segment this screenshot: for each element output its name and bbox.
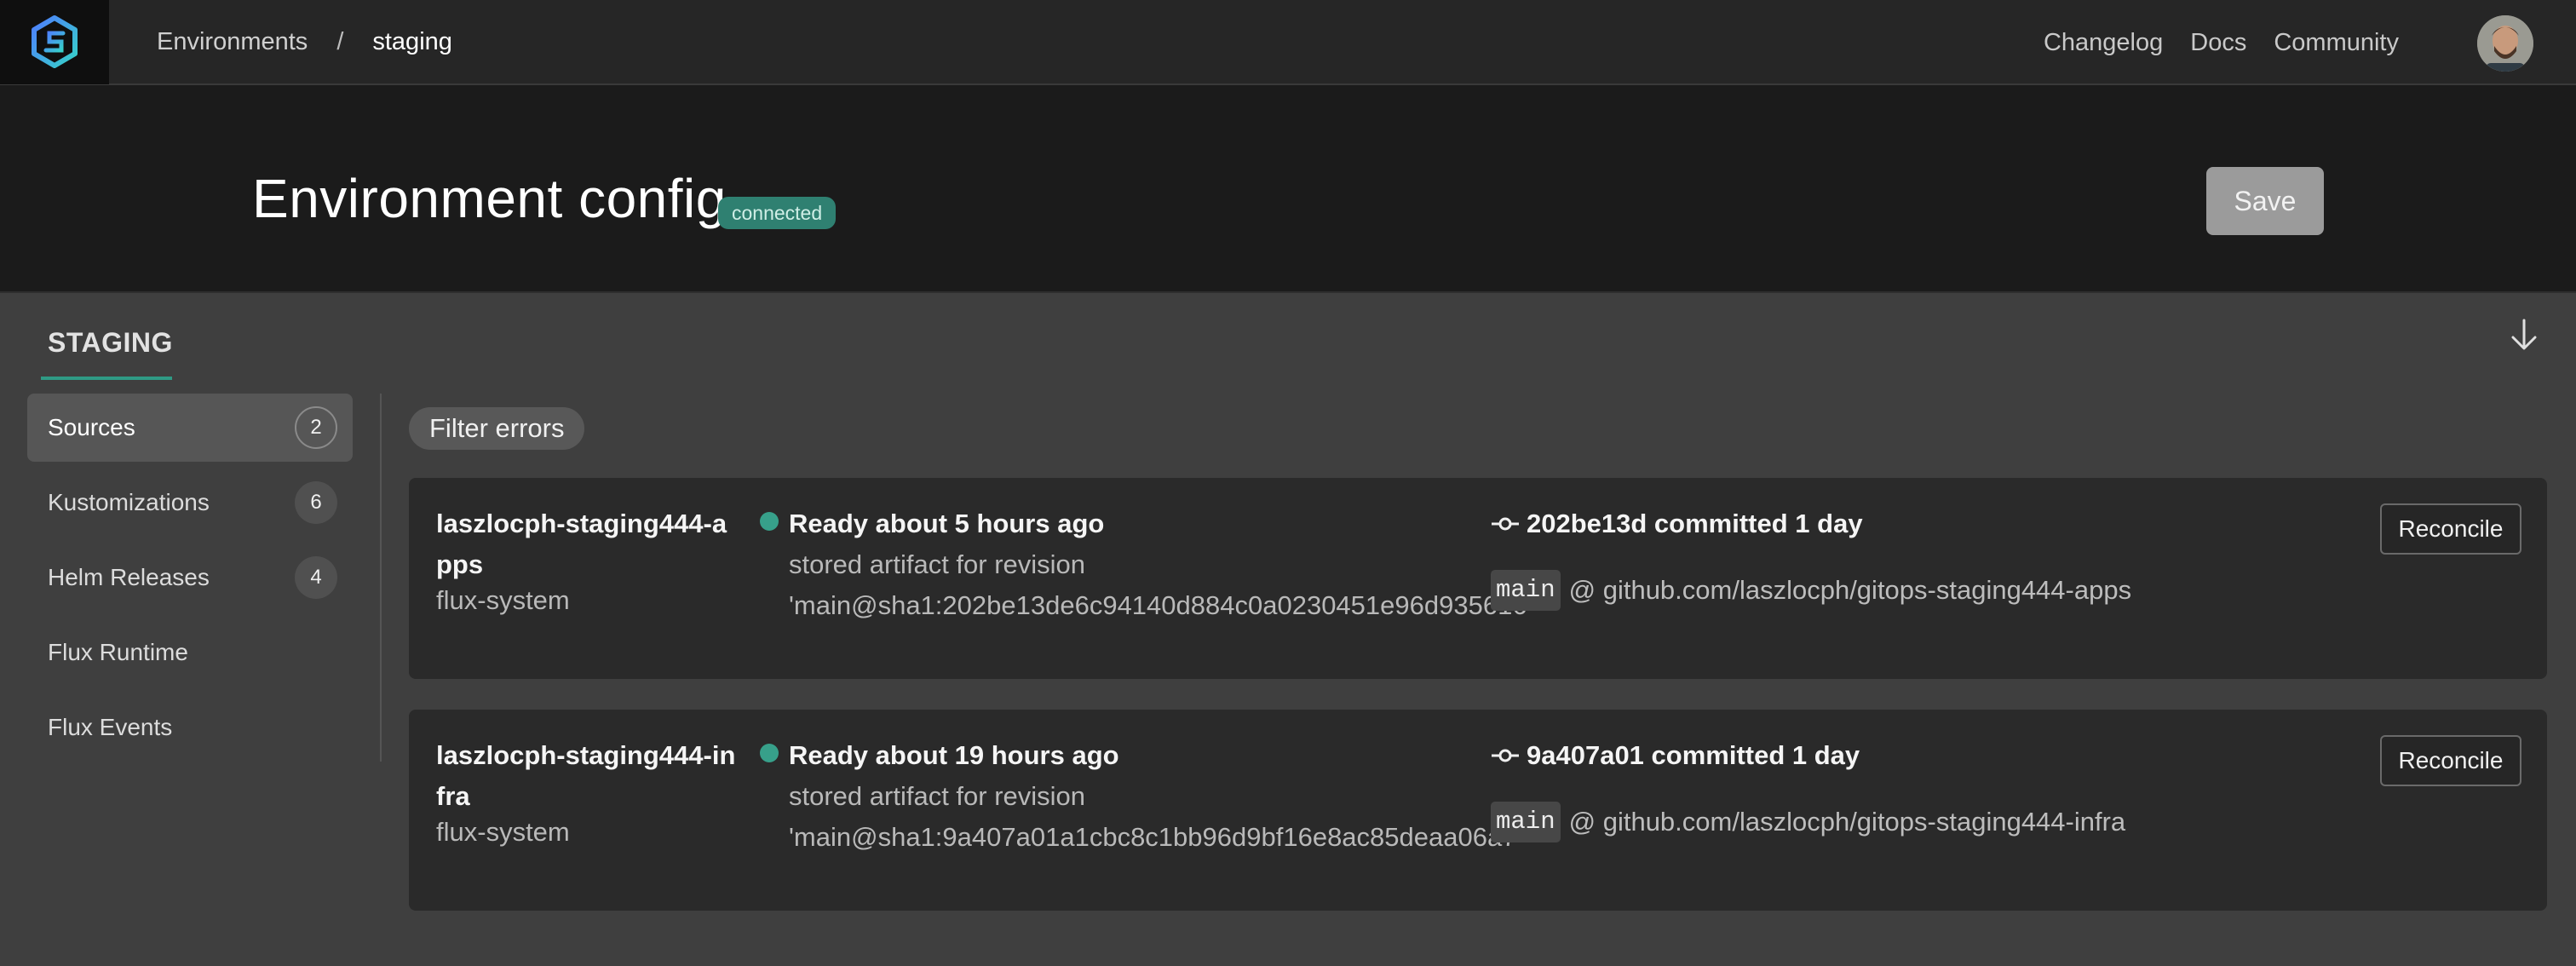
- artifact-message: stored artifact for revision 'main@sha1:…: [789, 544, 1532, 626]
- source-name[interactable]: laszlocph-staging444-infra: [436, 735, 743, 817]
- repo-url[interactable]: @ github.com/laszlocph/gitops-staging444…: [1569, 802, 2126, 842]
- sidebar-item-label: Flux Runtime: [48, 639, 188, 665]
- source-name[interactable]: laszlocph-staging444-apps: [436, 503, 743, 585]
- commit-icon: [1492, 749, 1519, 762]
- source-namespace: flux-system: [436, 585, 570, 615]
- save-button[interactable]: Save: [2206, 167, 2324, 235]
- ready-status: Ready about 19 hours ago: [789, 740, 1119, 770]
- sidebar-item-label: Sources: [48, 414, 135, 440]
- page-title: Environment config: [252, 168, 727, 229]
- sidebar: Sources 2 Kustomizations 6 Helm Releases…: [27, 394, 353, 768]
- nav-links: Changelog Docs Community: [2044, 0, 2399, 85]
- ready-status: Ready about 5 hours ago: [789, 509, 1105, 538]
- count-badge: 4: [295, 556, 337, 599]
- page-header: Environment config connected Save: [0, 85, 2576, 293]
- commit-info: 202be13d committed 1 day: [1491, 503, 1863, 544]
- repo-url[interactable]: @ github.com/laszlocph/gitops-staging444…: [1569, 570, 2131, 611]
- breadcrumb-current: staging: [372, 27, 452, 55]
- branch-tag: main: [1491, 570, 1561, 611]
- connection-status-badge: connected: [718, 197, 837, 229]
- source-card: laszlocph-staging444-infra flux-system R…: [409, 710, 2547, 911]
- sidebar-item-flux-runtime[interactable]: Flux Runtime: [27, 618, 353, 687]
- source-card: laszlocph-staging444-apps flux-system Re…: [409, 478, 2547, 679]
- logo-icon: [32, 15, 78, 68]
- arrow-down-icon[interactable]: [2508, 317, 2540, 357]
- artifact-line: stored artifact for revision: [789, 549, 1086, 579]
- ready-status-dot: [760, 512, 779, 531]
- sidebar-item-flux-events[interactable]: Flux Events: [27, 693, 353, 762]
- breadcrumb: Environments / staging: [157, 28, 452, 56]
- sidebar-item-label: Kustomizations: [48, 489, 210, 515]
- artifact-line: stored artifact for revision: [789, 781, 1086, 811]
- repo-info: main @ github.com/laszlocph/gitops-stagi…: [1491, 570, 2131, 611]
- sidebar-item-kustomizations[interactable]: Kustomizations 6: [27, 469, 353, 537]
- breadcrumb-separator: /: [336, 27, 344, 55]
- artifact-message: stored artifact for revision 'main@sha1:…: [789, 776, 1521, 858]
- app-logo[interactable]: [0, 0, 109, 84]
- sidebar-item-label: Helm Releases: [48, 564, 210, 590]
- sidebar-item-sources[interactable]: Sources 2: [27, 394, 353, 462]
- tab-staging[interactable]: STAGING: [48, 327, 173, 359]
- commit-info: 9a407a01 committed 1 day: [1491, 735, 1860, 776]
- top-nav: Environments / staging Changelog Docs Co…: [0, 0, 2576, 85]
- commit-text: 202be13d committed 1 day: [1527, 509, 1863, 538]
- source-namespace: flux-system: [436, 817, 570, 847]
- commit-text: 9a407a01 committed 1 day: [1527, 740, 1860, 770]
- reconcile-button[interactable]: Reconcile: [2380, 503, 2521, 555]
- reconcile-button[interactable]: Reconcile: [2380, 735, 2521, 786]
- sidebar-item-label: Flux Events: [48, 714, 173, 740]
- artifact-revision: 'main@sha1:202be13de6c94140d884c0a023045…: [789, 590, 1532, 620]
- sidebar-divider: [380, 394, 382, 762]
- breadcrumb-environments[interactable]: Environments: [157, 28, 308, 56]
- count-badge: 6: [295, 481, 337, 524]
- ready-status-dot: [760, 744, 779, 762]
- count-badge: 2: [295, 406, 337, 449]
- community-link[interactable]: Community: [2274, 29, 2399, 57]
- avatar-icon: [2477, 15, 2533, 72]
- commit-icon: [1492, 517, 1519, 531]
- artifact-revision: 'main@sha1:9a407a01a1cbc8c1bb96d9bf16e8a…: [789, 822, 1522, 852]
- user-avatar[interactable]: [2477, 15, 2533, 72]
- changelog-link[interactable]: Changelog: [2044, 29, 2163, 57]
- filter-errors-button[interactable]: Filter errors: [409, 407, 585, 450]
- sidebar-item-helm-releases[interactable]: Helm Releases 4: [27, 543, 353, 612]
- repo-info: main @ github.com/laszlocph/gitops-stagi…: [1491, 802, 2125, 842]
- tab-underline: [41, 377, 172, 380]
- branch-tag: main: [1491, 802, 1561, 842]
- docs-link[interactable]: Docs: [2190, 29, 2246, 57]
